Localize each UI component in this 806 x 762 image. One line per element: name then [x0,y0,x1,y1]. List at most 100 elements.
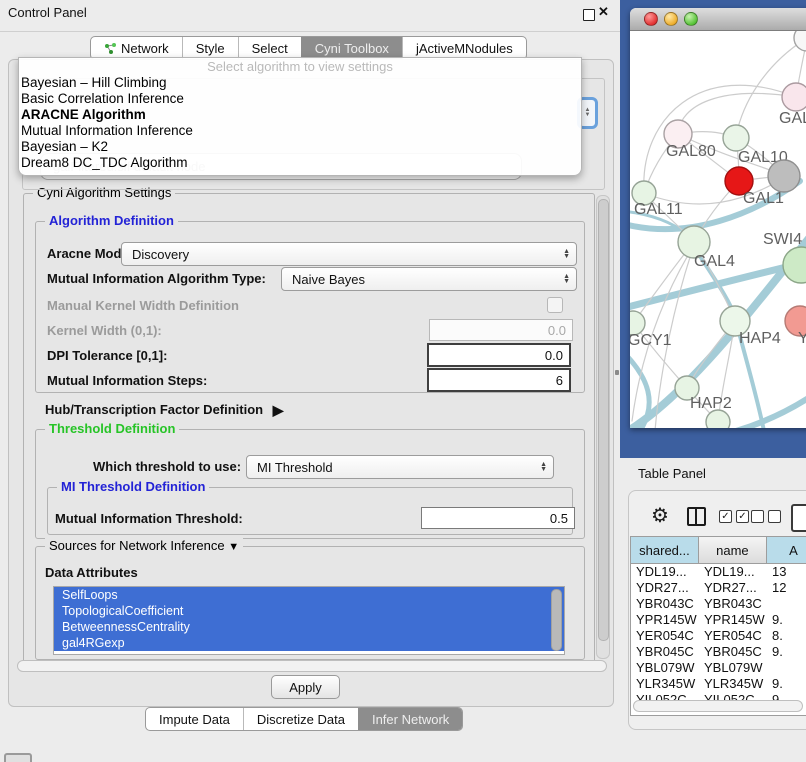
table-cell: 9. [767,612,806,628]
sources-group-title[interactable]: Sources for Network Inference ▼ [45,538,243,553]
network-node[interactable] [768,160,800,192]
algorithm-option[interactable]: Mutual Information Inference [19,123,581,139]
hub-definition-toggle[interactable]: Hub/Transcription Factor Definition ▶ [45,401,284,418]
table-cell: YPR145W [631,612,699,628]
kernel-width-field[interactable]: 0.0 [429,319,573,341]
table-cell: YBR045C [631,644,699,660]
table-cell: 12 [767,580,806,596]
close-traffic-light[interactable] [644,12,658,26]
tab-infer-network[interactable]: Infer Network [358,708,462,730]
table-cell: YBL079W [631,660,699,676]
node-table: shared...nameA YDL19...YDL19...13YDR27..… [630,536,806,716]
document-icon[interactable] [791,504,806,532]
table-cell: YER054C [699,628,767,644]
data-attribute-item[interactable]: TopologicalCoefficient [54,603,564,619]
algorithm-option[interactable]: Bayesian – Hill Climbing [19,75,581,91]
mi-threshold-field[interactable]: 0.5 [421,507,575,529]
dpi-tolerance-field[interactable]: 0.0 [427,343,571,367]
algorithm-placeholder: Select algorithm to view settings [19,59,581,75]
algorithm-option[interactable]: Basic Correlation Inference [19,91,581,107]
which-threshold-value: MI Threshold [257,460,333,475]
table-row[interactable]: YPR145WYPR145W9. [631,612,806,628]
table-body: YDL19...YDL19...13YDR27...YDR27...12YBR0… [631,564,806,708]
columns-icon[interactable] [687,507,706,526]
settings-scrollbar[interactable] [596,195,610,659]
network-graph: GALGAL80GAL10GAL1GAL11GAL4SWI4HAP4YGCY1H… [630,31,806,428]
table-row[interactable]: YER054CYER054C8. [631,628,806,644]
column-header-a[interactable]: A [767,537,806,563]
node-label: HAP2 [690,395,732,412]
network-node-swi4[interactable] [783,247,806,283]
algorithm-definition-title: Algorithm Definition [45,213,178,228]
column-header-shared[interactable]: shared... [631,537,699,563]
algorithm-option[interactable]: Bayesian – K2 [19,139,581,155]
settings-scrollbar-thumb[interactable] [598,199,609,641]
network-node[interactable] [706,410,730,428]
table-cell [767,660,806,676]
tab-impute-data[interactable]: Impute Data [146,708,243,730]
mi-steps-field[interactable]: 6 [427,368,571,392]
aracne-mode-value: Discovery [132,247,189,262]
cyni-bottom-tabs: Impute DataDiscretize DataInfer Network [145,707,463,731]
mi-steps-label: Mutual Information Steps: [47,373,207,388]
tab-network[interactable]: Network [91,37,182,59]
table-cell: YDL19... [699,564,767,580]
data-attribute-item[interactable]: gal4RGexp [54,635,564,651]
apply-button[interactable]: Apply [271,675,340,699]
table-row[interactable]: YDR27...YDR27...12 [631,580,806,596]
column-header-name[interactable]: name [699,537,767,563]
split-divider-handle[interactable] [615,370,619,375]
algorithm-option[interactable]: Dream8 DC_TDC Algorithm [19,155,581,171]
data-attribute-item[interactable]: SelfLoops [54,587,564,603]
table-cell: YLR345W [631,676,699,692]
tab-cyni-toolbox[interactable]: Cyni Toolbox [301,37,402,59]
data-attributes-list[interactable]: SelfLoopsTopologicalCoefficientBetweenne… [53,586,565,655]
zoom-traffic-light[interactable] [684,12,698,26]
table-row[interactable]: YLR345WYLR345W9. [631,676,806,692]
node-label: GAL [779,110,806,127]
tab-select[interactable]: Select [238,37,301,59]
combo-arrows-icon: ▲▼ [563,274,570,284]
network-canvas[interactable]: GALGAL80GAL10GAL1GAL11GAL4SWI4HAP4YGCY1H… [630,31,806,428]
aracne-mode-combobox[interactable]: Discovery ▲▼ [121,242,577,266]
table-cell: YBR043C [699,596,767,612]
tab-discretize-data[interactable]: Discretize Data [243,708,358,730]
data-attribute-item[interactable]: BetweennessCentrality [54,619,564,635]
manual-kernel-checkbox[interactable] [547,297,563,313]
checked-columns-icon[interactable]: ✓✓ [719,510,749,523]
network-window-titlebar[interactable] [630,8,806,31]
table-row[interactable]: YBR045CYBR045C9. [631,644,806,660]
titlebar-divider [0,31,620,32]
minimize-traffic-light[interactable] [664,12,678,26]
mi-type-label: Mutual Information Algorithm Type: [47,271,266,286]
table-cell: YDR27... [699,580,767,596]
float-window-icon[interactable] [583,9,595,21]
network-node-gal[interactable] [782,83,806,111]
tab-jactivemnodules[interactable]: jActiveMNodules [402,37,526,59]
which-threshold-combobox[interactable]: MI Threshold ▲▼ [246,455,554,479]
table-cell: 8. [767,628,806,644]
algorithm-option[interactable]: ARACNE Algorithm [19,107,581,123]
node-label: HAP4 [739,330,781,347]
close-icon[interactable]: ✕ [598,4,609,20]
mi-threshold-group-title: MI Threshold Definition [57,479,209,494]
tab-style[interactable]: Style [182,37,238,59]
unchecked-columns-icon[interactable] [751,510,781,523]
table-cell: YBL079W [699,660,767,676]
table-hscrollbar[interactable] [633,700,803,712]
table-row[interactable]: YBR043CYBR043C [631,596,806,612]
corner-panel-icon[interactable] [4,753,32,762]
control-panel-title: Control Panel [8,5,87,20]
table-row[interactable]: YBL079WYBL079W [631,660,806,676]
settings-hscrollbar[interactable] [17,660,607,672]
gear-icon[interactable]: ⚙ [651,503,669,528]
table-row[interactable]: YDL19...YDL19...13 [631,564,806,580]
which-threshold-label: Which threshold to use: [93,459,241,474]
mi-algorithm-type-combobox[interactable]: Naive Bayes ▲▼ [281,267,577,291]
list-scrollbar[interactable] [551,589,562,651]
table-cell: 13 [767,564,806,580]
network-node[interactable] [794,31,806,51]
combo-arrows-icon: ▲▼ [563,249,570,259]
table-cell: YER054C [631,628,699,644]
network-node-gal10[interactable] [723,125,749,151]
